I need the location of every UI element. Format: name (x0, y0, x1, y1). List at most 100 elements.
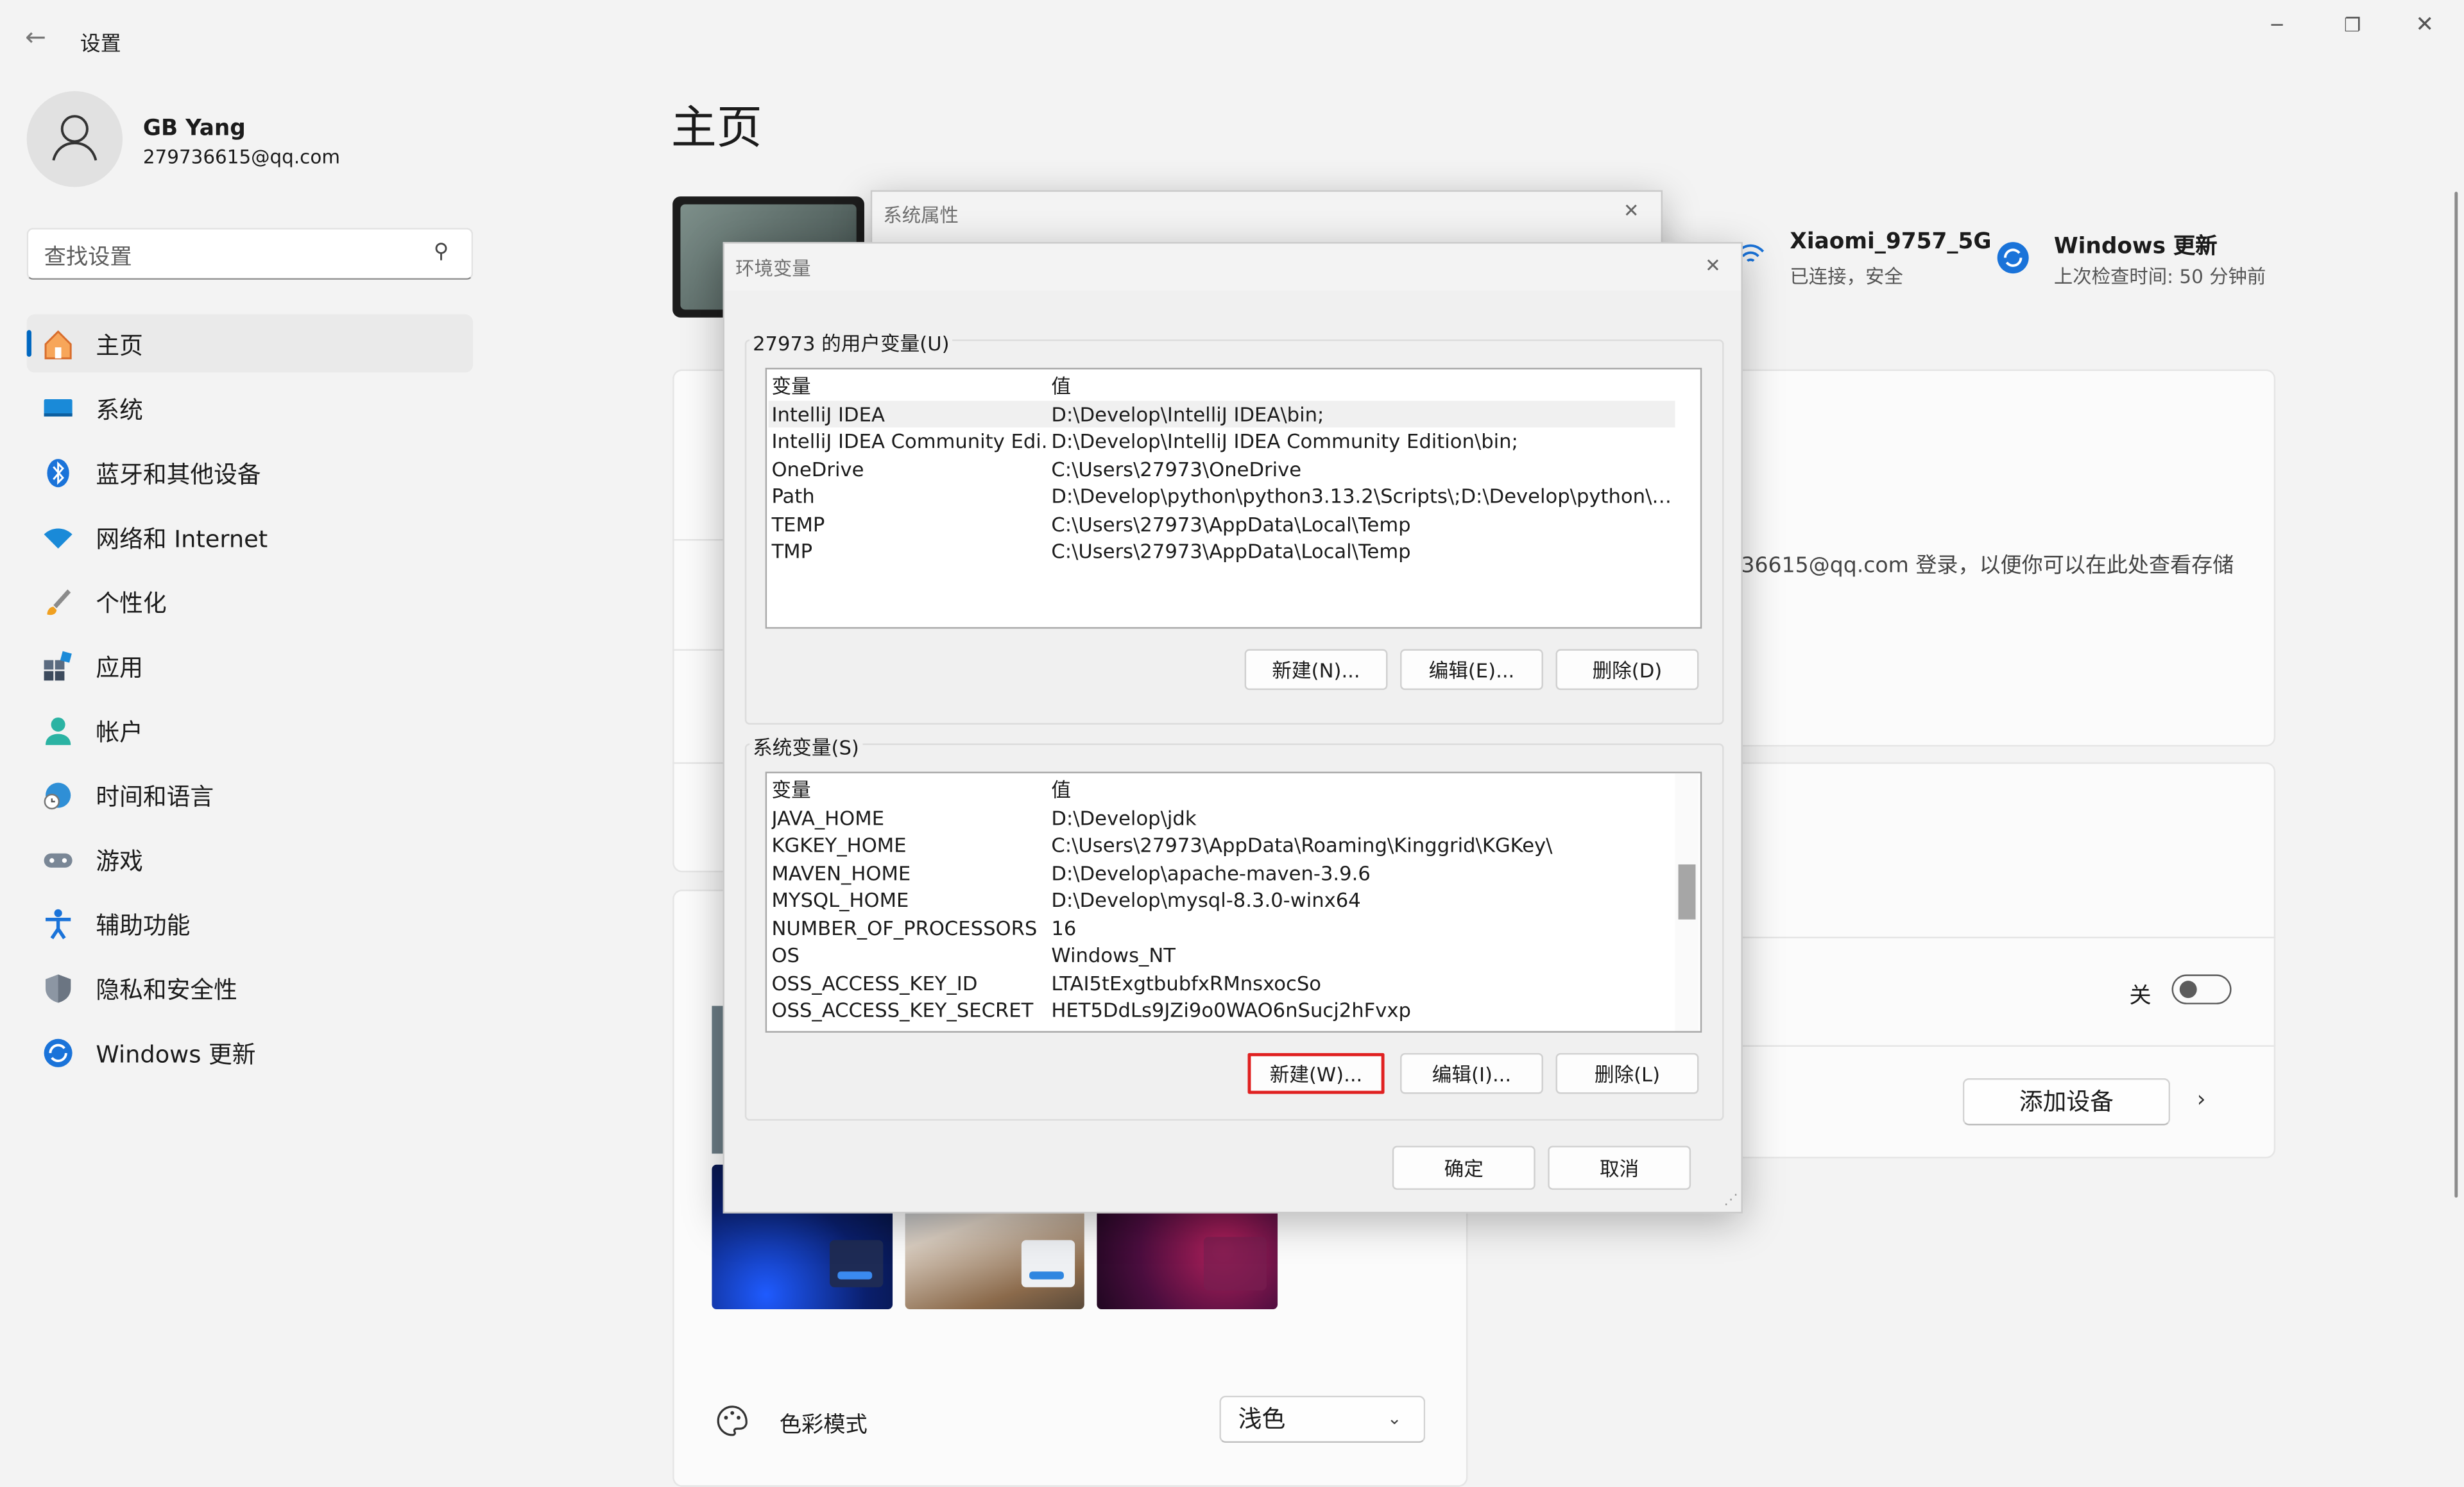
sidebar-item-label: 系统 (96, 396, 143, 425)
system-delete-button[interactable]: 删除(L) (1555, 1053, 1699, 1094)
sidebar-item-label: 网络和 Internet (96, 524, 268, 554)
chevron-right-icon[interactable]: › (2197, 1088, 2206, 1113)
var-value: C:\Users\27973\AppData\Roaming\Kinggrid\… (1051, 832, 1553, 857)
sidebar-item-label: 个性化 (96, 589, 167, 618)
var-value: Windows_NT (1051, 943, 1176, 967)
dialog-title: 系统属性 (883, 204, 959, 227)
close-button[interactable]: ✕ (2401, 10, 2448, 41)
column-header-value: 值 (1051, 778, 1072, 802)
system-new-button[interactable]: 新建(W)... (1247, 1053, 1385, 1094)
globe-clock-icon (44, 782, 71, 810)
toggle-label: 关 (2129, 984, 2152, 1010)
sidebar-item-accessibility[interactable]: 辅助功能 (27, 894, 474, 952)
home-icon (44, 330, 72, 359)
close-icon[interactable]: ✕ (1705, 255, 1721, 277)
system-edit-button[interactable]: 编辑(I)... (1400, 1053, 1543, 1094)
var-name: KGKEY_HOME (771, 832, 907, 857)
dialog-title: 环境变量 (735, 257, 811, 280)
var-value: D:\Develop\IntelliJ IDEA\bin; (1051, 402, 1324, 426)
update-title: Windows 更新 (2053, 234, 2218, 260)
toggle-knob (2179, 981, 2197, 999)
card-divider (1713, 936, 2276, 939)
cancel-button[interactable]: 取消 (1548, 1146, 1691, 1190)
color-mode-dropdown[interactable]: 浅色 ⌄ (1219, 1395, 1426, 1443)
var-value: D:\Develop\jdk (1051, 806, 1197, 830)
var-name: Path (771, 484, 815, 508)
sidebar-item-privacy[interactable]: 隐私和安全性 (27, 959, 474, 1017)
var-name: NUMBER_OF_PROCESSORS (771, 916, 1038, 940)
sidebar-item-label: 游戏 (96, 847, 143, 876)
environment-variables-dialog: 环境变量 ✕ 27973 的用户变量(U) 变量 值 IntelliJ IDEA… (723, 242, 1743, 1214)
selection-indicator (26, 330, 31, 357)
close-icon[interactable]: ✕ (1623, 200, 1639, 221)
var-value: HET5DdLs9JZi9o0WAO6nSucj2hFvxp (1051, 998, 1411, 1022)
search-box[interactable]: 查找设置 ⚲ (26, 228, 474, 280)
var-value: D:\Develop\python\python3.13.2\Scripts\;… (1051, 484, 1672, 508)
color-mode-label: 色彩模式 (779, 1413, 868, 1438)
color-mode-value: 浅色 (1238, 1405, 1286, 1434)
user-delete-button[interactable]: 删除(D) (1555, 649, 1699, 691)
sidebar-item-bluetooth[interactable]: 蓝牙和其他设备 (27, 443, 474, 502)
sidebar-item-system[interactable]: 系统 (27, 379, 474, 437)
avatar[interactable] (26, 91, 123, 187)
system-variables-list[interactable]: 变量 值 JAVA_HOME D:\Develop\jdk KGKEY_HOME… (765, 771, 1702, 1033)
account-icon (46, 717, 71, 745)
sidebar-item-windows-update[interactable]: Windows 更新 (27, 1023, 474, 1081)
gamepad-icon (44, 853, 73, 868)
search-input[interactable]: 查找设置 (44, 241, 132, 272)
sidebar-item-label: 主页 (96, 331, 143, 360)
theme-taskbar-preview (1203, 1237, 1267, 1291)
column-header-value: 值 (1051, 374, 1072, 398)
bluetooth-icon (47, 459, 69, 488)
person-icon (52, 115, 98, 161)
var-name: OneDrive (771, 457, 864, 481)
var-name: OS (771, 943, 800, 967)
shield-icon (46, 974, 71, 1003)
var-name: TMP (771, 539, 813, 563)
sidebar-item-personalization[interactable]: 个性化 (27, 572, 474, 630)
column-header-name: 变量 (771, 374, 811, 398)
user-name: GB Yang (142, 116, 246, 142)
palette-icon (717, 1405, 748, 1436)
var-name: TEMP (771, 512, 825, 537)
toggle-switch[interactable] (2171, 974, 2232, 1004)
user-variables-list[interactable]: 变量 值 IntelliJ IDEA D:\Develop\IntelliJ I… (765, 368, 1702, 629)
sidebar-item-time-language[interactable]: 时间和语言 (27, 766, 474, 824)
sidebar-item-gaming[interactable]: 游戏 (27, 830, 474, 888)
back-arrow-icon[interactable]: ← (25, 22, 46, 52)
sidebar-item-label: 隐私和安全性 (96, 976, 237, 1004)
monitor-icon (44, 399, 73, 417)
var-value: 16 (1051, 916, 1077, 940)
sidebar-item-apps[interactable]: 应用 (27, 637, 474, 695)
table-row[interactable]: IntelliJ IDEA D:\Develop\IntelliJ IDEA\b… (768, 400, 1675, 428)
var-value: LTAI5tExgtbubfxRMnsxocSo (1051, 971, 1321, 995)
var-value: C:\Users\27973\AppData\Local\Temp (1051, 539, 1411, 563)
user-edit-button[interactable]: 编辑(E)... (1400, 649, 1543, 691)
theme-taskbar-preview (830, 1240, 884, 1287)
page-scrollbar[interactable] (2454, 191, 2458, 1198)
maximize-button[interactable]: ❐ (2329, 10, 2375, 41)
minimize-button[interactable]: ─ (2254, 10, 2300, 41)
sidebar-item-label: 蓝牙和其他设备 (96, 460, 261, 489)
search-icon: ⚲ (433, 240, 449, 264)
window-title: 设置 (80, 33, 121, 57)
sidebar-item-label: Windows 更新 (96, 1040, 256, 1069)
system-variables-label: 系统变量(S) (749, 730, 862, 761)
resize-grip-icon[interactable]: ⋰ (1724, 1193, 1738, 1208)
wifi-icon (44, 528, 73, 549)
wifi-name: Xiaomi_9757_5G (1790, 229, 1992, 255)
add-device-button[interactable]: 添加设备 (1962, 1078, 2171, 1126)
theme-taskbar-preview (1021, 1240, 1075, 1287)
user-new-button[interactable]: 新建(N)... (1244, 649, 1388, 691)
var-value: C:\Users\27973\OneDrive (1051, 457, 1302, 481)
sidebar-item-label: 时间和语言 (96, 782, 214, 811)
var-name: OSS_ACCESS_KEY_SECRET (771, 998, 1034, 1022)
sidebar-item-home[interactable]: 主页 (26, 314, 474, 373)
sidebar-item-network[interactable]: 网络和 Internet (27, 508, 474, 566)
update-icon (44, 1038, 73, 1067)
ok-button[interactable]: 确定 (1392, 1146, 1536, 1190)
sidebar-item-accounts[interactable]: 帐户 (27, 701, 474, 759)
var-value: D:\Develop\IntelliJ IDEA Community Editi… (1051, 429, 1518, 453)
var-name: OSS_ACCESS_KEY_ID (771, 971, 978, 995)
list-scrollbar-thumb[interactable] (1678, 864, 1696, 920)
